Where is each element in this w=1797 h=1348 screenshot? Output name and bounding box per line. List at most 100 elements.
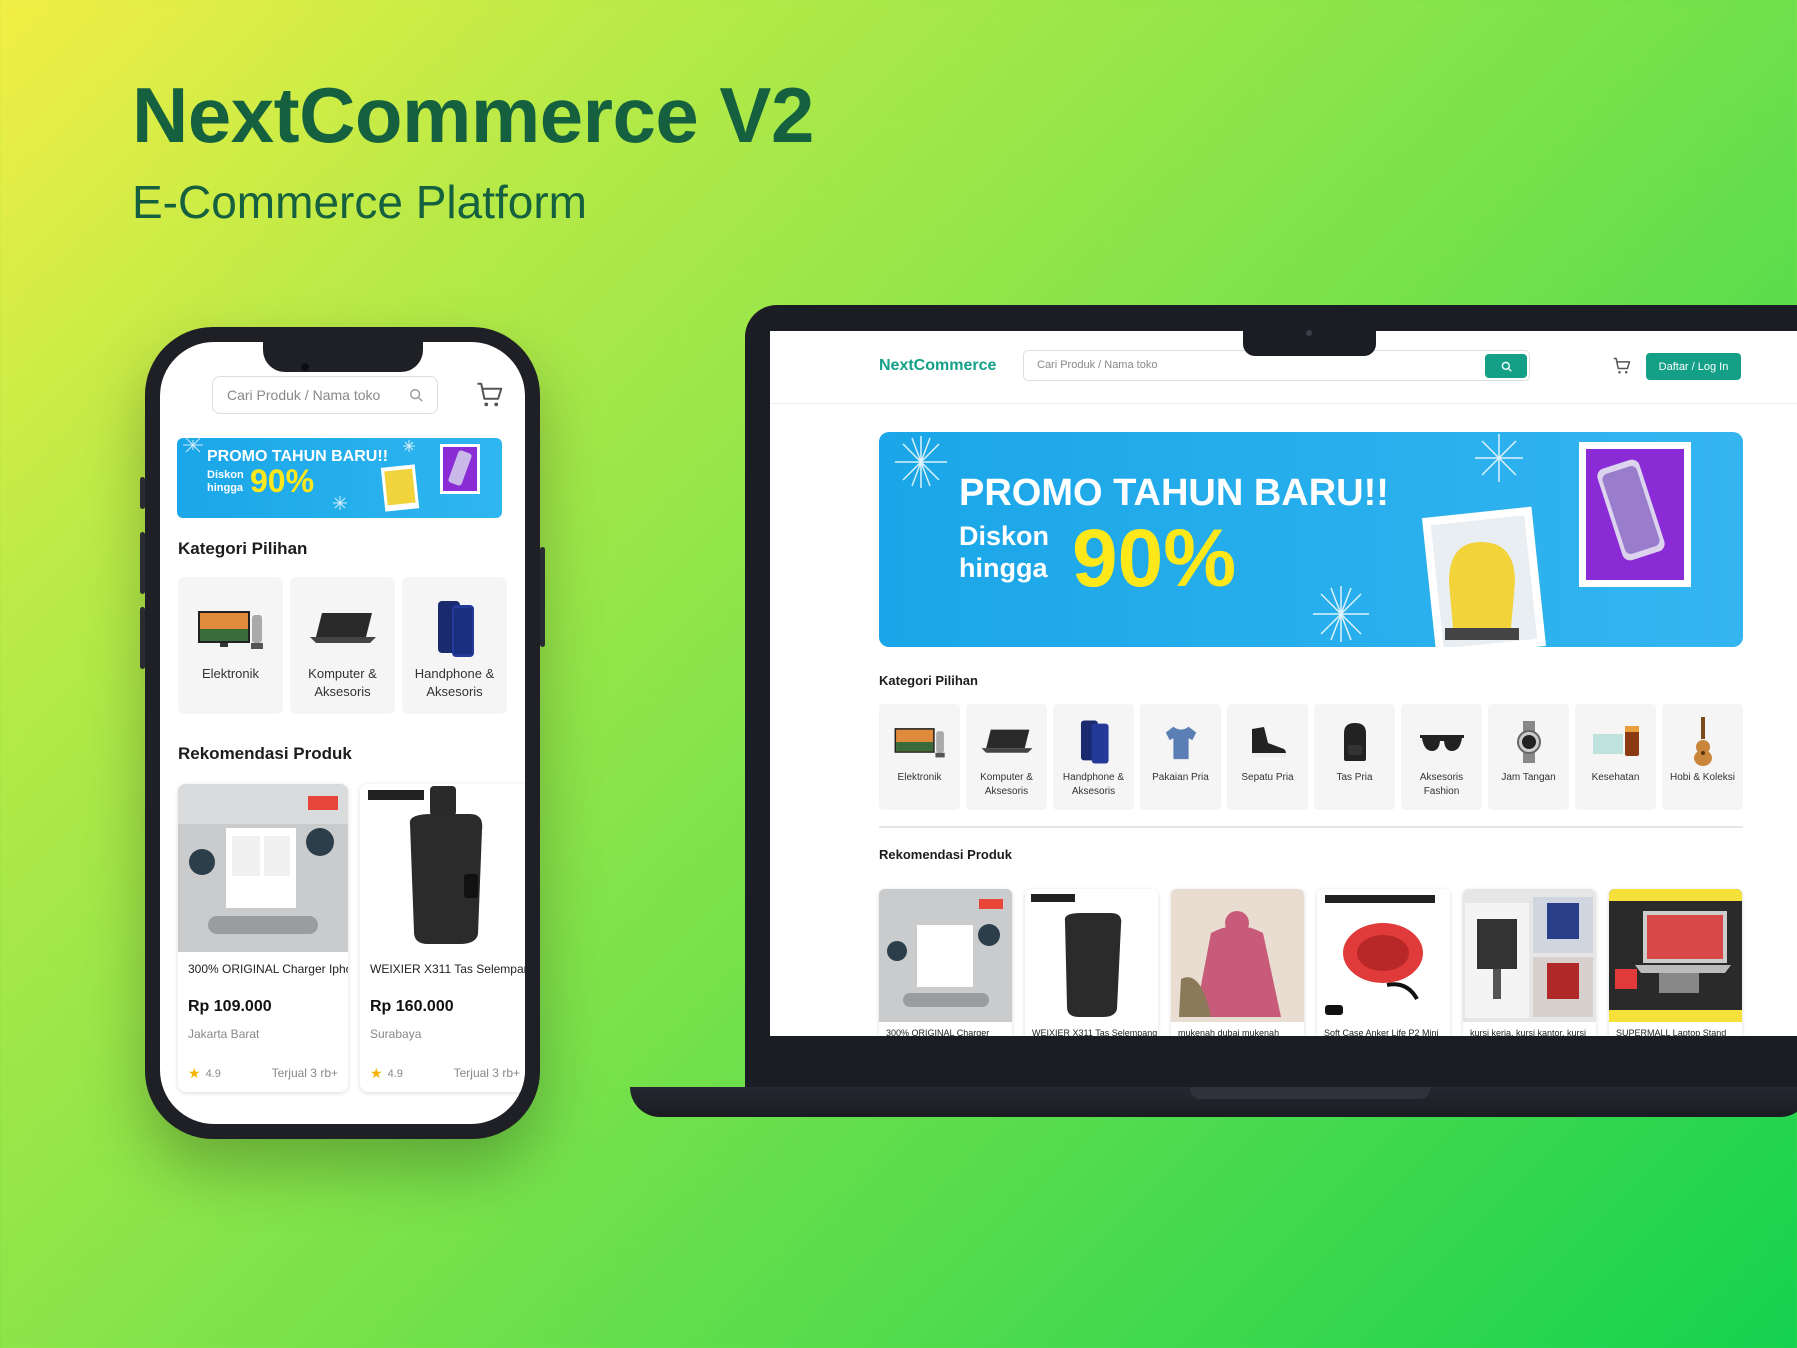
product-image bbox=[360, 784, 525, 952]
banner-discount-value: 90% bbox=[250, 463, 315, 499]
product-name: mukenah dubai mukenah bbox=[1178, 1028, 1280, 1036]
category-card[interactable]: Tas Pria bbox=[1314, 704, 1395, 810]
product-rating: ★ 4.9 bbox=[188, 1065, 221, 1082]
search-placeholder: Cari Produk / Nama toko bbox=[227, 387, 381, 403]
category-label: Handphone & Aksesoris bbox=[414, 666, 495, 699]
category-label: Handphone & Aksesoris bbox=[1062, 772, 1125, 797]
category-list: Elektronik Komputer & Aksesoris Handphon… bbox=[879, 704, 1743, 810]
product-name: SUPERMALL Laptop Stand bbox=[1616, 1028, 1727, 1036]
category-card[interactable]: Aksesoris Fashion bbox=[1401, 704, 1482, 810]
category-label: Pakaian Pria bbox=[1152, 772, 1209, 783]
product-list: 300% ORIGINAL Charger WEIXIER X311 Tas S… bbox=[879, 889, 1742, 1036]
category-card[interactable]: Pakaian Pria bbox=[1140, 704, 1221, 810]
search-button[interactable] bbox=[1485, 354, 1527, 378]
category-label: Komputer & Aksesoris bbox=[308, 666, 377, 699]
product-name: 300% ORIGINAL Charger bbox=[886, 1028, 990, 1036]
category-label: Jam Tangan bbox=[1501, 772, 1556, 783]
recommend-heading: Rekomendasi Produk bbox=[178, 744, 352, 763]
phone-screen: Cari Produk / Nama toko PROMO TAHUN BARU… bbox=[160, 342, 525, 1124]
category-card[interactable]: Sepatu Pria bbox=[1227, 704, 1308, 810]
category-label: Elektronik bbox=[201, 666, 260, 681]
product-image bbox=[879, 889, 1012, 1022]
banner-discount-value: 90% bbox=[1072, 513, 1237, 604]
product-card[interactable]: kursi kerja, kursi kantor, kursi bbox=[1463, 889, 1596, 1036]
phone-icon bbox=[437, 601, 474, 657]
phone-mockup: Cari Produk / Nama toko PROMO TAHUN BARU… bbox=[140, 327, 545, 1139]
product-name: WEIXIER X311 Tas Selempang bbox=[1032, 1028, 1158, 1036]
promo-banner[interactable]: PROMO TAHUN BARU!! Diskon hingga 90% bbox=[177, 438, 502, 518]
tv-icon bbox=[197, 611, 263, 649]
product-name: 300% ORIGINAL Charger Iphone 20w Fast Ch… bbox=[188, 962, 348, 976]
product-card[interactable]: WEIXIER X311 Tas Selempang bbox=[1025, 889, 1158, 1036]
product-sold: Terjual 3 rb+ bbox=[453, 1066, 520, 1080]
star-icon: ★ bbox=[188, 1065, 201, 1081]
product-location: Surabaya bbox=[370, 1027, 422, 1041]
section-divider bbox=[879, 826, 1743, 828]
product-image bbox=[1463, 889, 1596, 1022]
laptop-base bbox=[630, 1087, 1797, 1117]
tv-icon bbox=[894, 728, 945, 758]
search-icon[interactable] bbox=[409, 388, 423, 402]
product-sold: Terjual 3 rb+ bbox=[271, 1066, 338, 1080]
banner-discount-label: Diskon hingga bbox=[207, 469, 244, 494]
category-label: Aksesoris Fashion bbox=[1419, 772, 1464, 797]
category-card[interactable]: Elektronik bbox=[879, 704, 960, 810]
product-name: Soft Case Anker Life P2 Mini bbox=[1324, 1028, 1439, 1036]
star-icon: ★ bbox=[370, 1065, 383, 1081]
product-card[interactable]: WEIXIER X311 Tas Selempang Pria Shoulder… bbox=[360, 784, 525, 1092]
category-list: Elektronik Komputer & Aksesoris Handphon… bbox=[178, 577, 507, 714]
product-card[interactable]: mukenah dubai mukenah bbox=[1171, 889, 1304, 1036]
category-card[interactable]: Komputer & Aksesoris bbox=[290, 577, 395, 714]
search-placeholder: Cari Produk / Nama toko bbox=[1037, 359, 1158, 371]
laptop-screen: NextCommerce Cari Produk / Nama toko Daf… bbox=[770, 331, 1797, 1036]
cart-icon[interactable] bbox=[1612, 356, 1632, 376]
site-logo[interactable]: NextCommerce bbox=[879, 357, 996, 375]
hero-subtitle: E-Commerce Platform bbox=[132, 176, 587, 228]
login-button[interactable]: Daftar / Log In bbox=[1646, 353, 1741, 380]
search-input[interactable]: Cari Produk / Nama toko bbox=[212, 376, 438, 414]
banner-title: PROMO TAHUN BARU!! bbox=[959, 472, 1389, 514]
category-card[interactable]: Jam Tangan bbox=[1488, 704, 1569, 810]
product-card[interactable]: SUPERMALL Laptop Stand bbox=[1609, 889, 1742, 1036]
product-price: Rp 160.000 bbox=[370, 998, 454, 1015]
product-image bbox=[1171, 889, 1304, 1022]
category-card[interactable]: Hobi & Koleksi bbox=[1662, 704, 1743, 810]
product-image bbox=[178, 784, 348, 952]
shirt-icon bbox=[1165, 726, 1196, 760]
product-card[interactable]: 300% ORIGINAL Charger bbox=[879, 889, 1012, 1036]
laptop-camera bbox=[1306, 330, 1312, 336]
product-image bbox=[1317, 889, 1450, 1022]
category-label: Elektronik bbox=[897, 772, 942, 783]
guitar-icon bbox=[1693, 717, 1712, 766]
category-label: Hobi & Koleksi bbox=[1669, 772, 1736, 783]
laptop-icon bbox=[981, 729, 1032, 753]
product-image bbox=[1025, 889, 1158, 1022]
backpack-icon bbox=[1343, 723, 1366, 761]
cart-icon[interactable] bbox=[475, 380, 505, 410]
product-card[interactable]: Soft Case Anker Life P2 Mini bbox=[1317, 889, 1450, 1036]
categories-heading: Kategori Pilihan bbox=[178, 539, 308, 558]
product-card[interactable]: 300% ORIGINAL Charger Iphone 20w Fast Ch… bbox=[178, 784, 348, 1092]
category-card[interactable]: Komputer & Aksesoris bbox=[966, 704, 1047, 810]
category-label: Komputer & Aksesoris bbox=[980, 772, 1033, 797]
shoe-icon bbox=[1251, 727, 1286, 757]
watch-icon bbox=[1516, 721, 1541, 763]
category-label: Tas Pria bbox=[1336, 772, 1373, 783]
hero-title: NextCommerce V2 bbox=[132, 71, 814, 159]
product-location: Jakarta Barat bbox=[188, 1027, 260, 1041]
product-price: Rp 109.000 bbox=[188, 998, 272, 1015]
product-image bbox=[1609, 889, 1742, 1022]
category-card[interactable]: Elektronik bbox=[178, 577, 283, 714]
recommend-heading: Rekomendasi Produk bbox=[879, 847, 1012, 862]
sunglasses-icon bbox=[1419, 735, 1464, 751]
category-card[interactable]: Handphone & Aksesoris bbox=[1053, 704, 1134, 810]
category-card[interactable]: Handphone & Aksesoris bbox=[402, 577, 507, 714]
laptop-icon bbox=[309, 613, 376, 643]
phone-icon bbox=[1080, 720, 1109, 764]
category-label: Kesehatan bbox=[1591, 772, 1640, 783]
product-rating: ★ 4.9 bbox=[370, 1065, 403, 1082]
categories-heading: Kategori Pilihan bbox=[879, 673, 978, 688]
product-name: kursi kerja, kursi kantor, kursi bbox=[1470, 1028, 1587, 1036]
category-card[interactable]: Kesehatan bbox=[1575, 704, 1656, 810]
promo-banner[interactable]: PROMO TAHUN BARU!! Diskon hingga 90% bbox=[879, 432, 1743, 647]
